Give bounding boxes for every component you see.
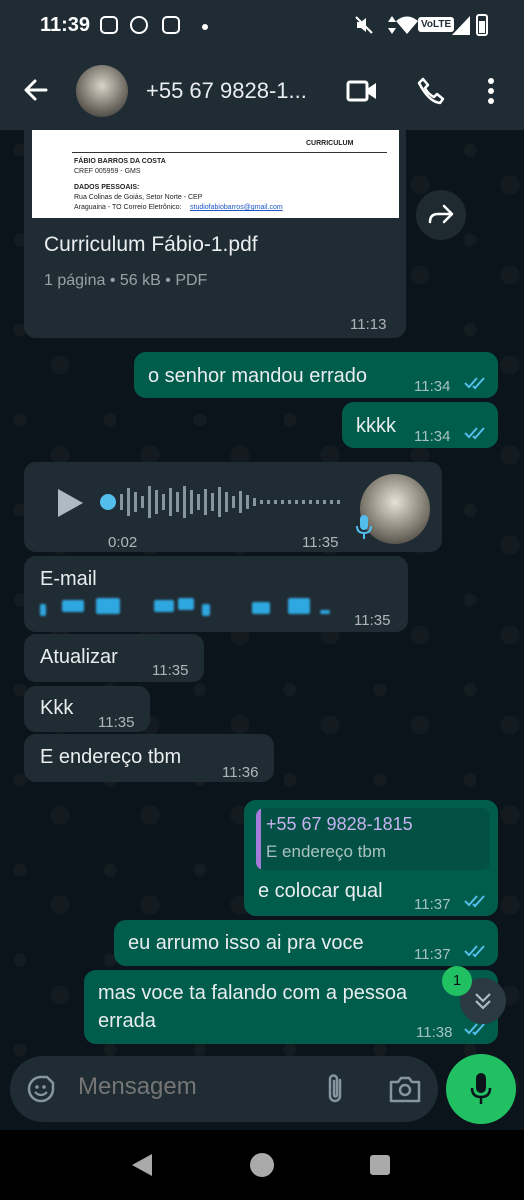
message-text: E endereço tbm bbox=[40, 746, 182, 768]
message-text: Atualizar bbox=[40, 646, 118, 668]
mic-icon bbox=[356, 515, 372, 539]
document-filename: Curriculum Fábio-1.pdf bbox=[44, 233, 258, 256]
read-ticks-icon bbox=[464, 1023, 485, 1036]
contact-avatar[interactable] bbox=[76, 65, 128, 117]
outgoing-message[interactable]: eu arrumo isso ai pra voce 11:37 bbox=[114, 920, 498, 966]
status-bar: 11:39 VoLTE bbox=[0, 0, 524, 52]
redacted-text bbox=[252, 602, 270, 614]
notification-dot-icon bbox=[202, 24, 208, 30]
redacted-text bbox=[62, 600, 84, 612]
microphone-icon bbox=[470, 1073, 492, 1104]
back-arrow-icon[interactable] bbox=[20, 74, 52, 106]
forward-button[interactable] bbox=[416, 190, 466, 240]
read-ticks-icon bbox=[464, 895, 485, 908]
message-time: 11:35 bbox=[302, 534, 339, 551]
preview-divider bbox=[72, 152, 387, 153]
message-time: 11:13 bbox=[350, 316, 387, 333]
redacted-text bbox=[202, 604, 210, 616]
battery-icon bbox=[476, 14, 488, 36]
contact-name[interactable]: +55 67 9828-1... bbox=[146, 78, 307, 104]
message-text: mas voce ta falando com a pessoa bbox=[98, 982, 408, 1004]
instagram-icon bbox=[100, 16, 118, 34]
redacted-text bbox=[320, 610, 330, 614]
quote-text: E endereço tbm bbox=[266, 842, 387, 861]
voice-record-button[interactable] bbox=[446, 1054, 516, 1124]
preview-address: Rua Colinas de Goiás, Setor Norte - CEP bbox=[74, 194, 203, 201]
message-text-line2: errada bbox=[98, 1010, 156, 1032]
message-time: 11:37 bbox=[414, 946, 451, 963]
reply-quote[interactable]: +55 67 9828-1815 E endereço tbm bbox=[256, 808, 490, 870]
chat-header: +55 67 9828-1... bbox=[0, 52, 524, 130]
preview-name: FÁBIO BARROS DA COSTA bbox=[74, 158, 166, 165]
incoming-message[interactable]: E endereço tbm 11:36 bbox=[24, 734, 274, 782]
redacted-text bbox=[288, 598, 310, 614]
message-time: 11:35 bbox=[354, 612, 391, 629]
preview-section: DADOS PESSOAIS: bbox=[74, 184, 140, 191]
document-preview[interactable]: CURRICULUM FÁBIO BARROS DA COSTA CREF 00… bbox=[32, 130, 399, 218]
read-ticks-icon bbox=[464, 427, 485, 440]
document-meta: 1 página • 56 kB • PDF bbox=[44, 272, 208, 289]
message-time: 11:36 bbox=[222, 764, 259, 781]
message-text: E-mail bbox=[40, 568, 97, 590]
status-time: 11:39 bbox=[40, 14, 91, 36]
video-call-icon[interactable] bbox=[346, 78, 378, 104]
message-text: o senhor mandou errado bbox=[148, 365, 368, 387]
message-time: 11:34 bbox=[414, 428, 451, 445]
volte-badge: VoLTE bbox=[418, 17, 455, 32]
message-text: Kkk bbox=[40, 697, 74, 719]
message-time: 11:34 bbox=[414, 378, 451, 395]
quote-sender: +55 67 9828-1815 bbox=[266, 814, 413, 834]
attach-icon[interactable] bbox=[322, 1072, 348, 1106]
play-icon[interactable] bbox=[56, 488, 84, 518]
read-ticks-icon bbox=[464, 945, 485, 958]
mute-icon bbox=[355, 16, 373, 34]
nav-home-icon[interactable] bbox=[250, 1153, 274, 1177]
incoming-message[interactable]: Kkk 11:35 bbox=[24, 686, 150, 732]
outgoing-message[interactable]: kkkk 11:34 bbox=[342, 402, 498, 448]
preview-cref: CREF 005959 - GMS bbox=[74, 168, 141, 175]
whatsapp-icon bbox=[130, 16, 148, 34]
message-time: 11:37 bbox=[414, 896, 451, 913]
voice-duration: 0:02 bbox=[108, 534, 138, 551]
camera-icon[interactable] bbox=[388, 1074, 422, 1104]
redacted-text bbox=[178, 598, 194, 610]
quote-accent-bar bbox=[256, 808, 261, 870]
audio-waveform[interactable] bbox=[100, 480, 350, 524]
wifi-icon bbox=[396, 16, 418, 34]
signal-icon bbox=[452, 16, 470, 35]
phone-call-icon[interactable] bbox=[416, 76, 446, 106]
emoji-sticker-icon[interactable] bbox=[26, 1074, 56, 1104]
preview-city: Araguaina - TO Correio Eletrônico: bbox=[74, 204, 182, 211]
message-text: e colocar qual bbox=[258, 880, 383, 902]
outgoing-message[interactable]: o senhor mandou errado 11:34 bbox=[134, 352, 498, 398]
more-options-icon[interactable] bbox=[484, 76, 498, 106]
message-time: 11:35 bbox=[152, 662, 189, 679]
message-time: 11:38 bbox=[416, 1024, 453, 1041]
redacted-text bbox=[154, 600, 174, 612]
message-input[interactable] bbox=[76, 1072, 310, 1102]
preview-email: studiofabiobarros@gmail.com bbox=[190, 204, 283, 211]
preview-title: CURRICULUM bbox=[306, 140, 354, 147]
message-text: kkkk bbox=[356, 415, 396, 437]
redacted-text bbox=[40, 604, 46, 616]
message-text: eu arrumo isso ai pra voce bbox=[128, 932, 364, 954]
forward-icon bbox=[428, 204, 454, 224]
nav-recents-icon[interactable] bbox=[370, 1155, 390, 1175]
redacted-text bbox=[96, 598, 120, 614]
incoming-message[interactable]: E-mail 11:35 bbox=[24, 556, 408, 632]
nav-back-icon[interactable] bbox=[132, 1154, 152, 1176]
instagram-icon bbox=[162, 16, 180, 34]
outgoing-message[interactable]: mas voce ta falando com a pessoa errada … bbox=[84, 970, 498, 1044]
chevron-down-icon bbox=[475, 993, 491, 1010]
read-ticks-icon bbox=[464, 377, 485, 390]
incoming-message[interactable]: Atualizar 11:35 bbox=[24, 634, 204, 682]
unread-count-badge: 1 bbox=[442, 966, 472, 996]
message-time: 11:35 bbox=[98, 714, 135, 731]
